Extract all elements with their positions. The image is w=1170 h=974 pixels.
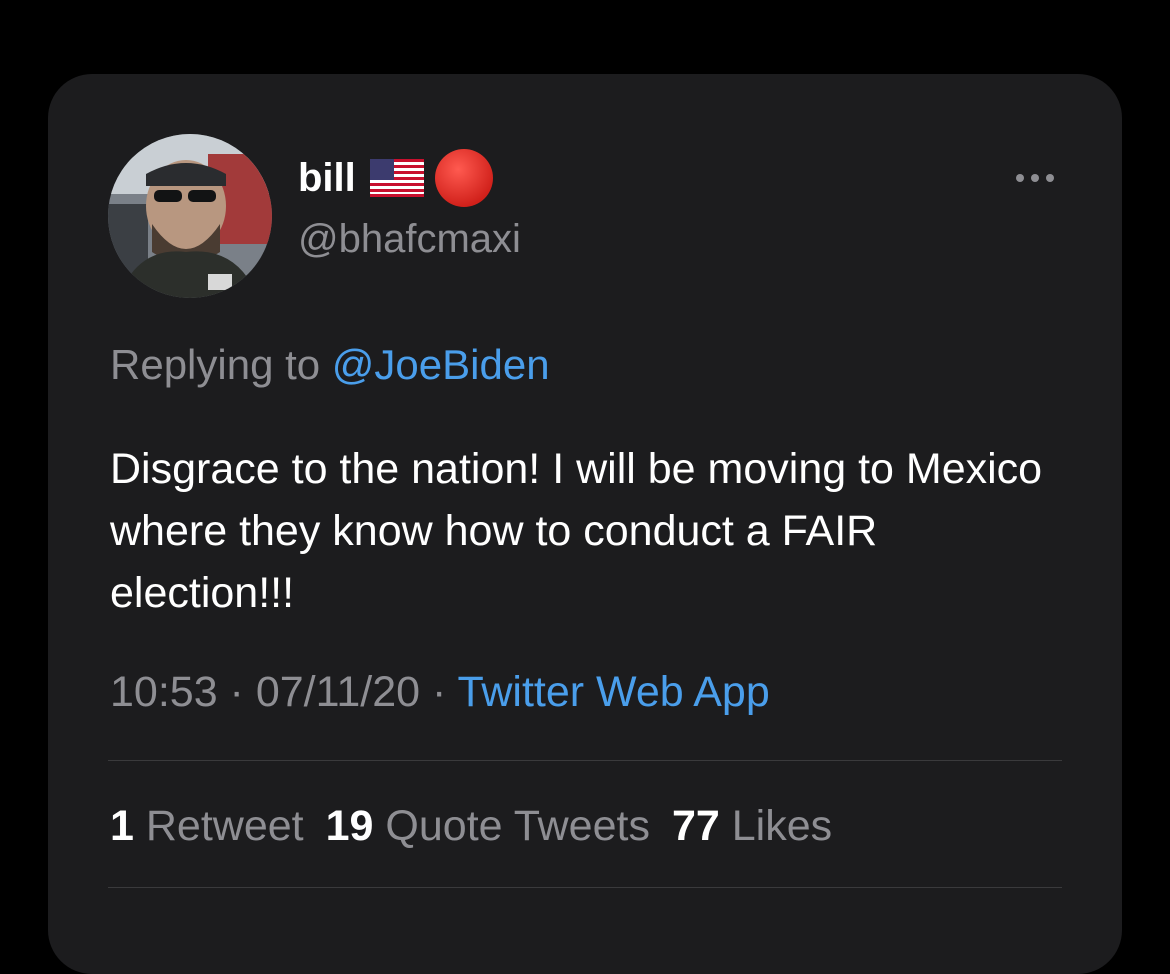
replying-to-label: Replying to	[110, 341, 332, 388]
meta-separator: ·	[420, 668, 458, 716]
replying-to-line: Replying to @JoeBiden	[110, 338, 550, 392]
more-options-icon[interactable]	[1010, 166, 1060, 190]
retweets-count: 1	[110, 802, 134, 850]
red-circle-icon	[434, 148, 494, 208]
author-name-row[interactable]: bill	[298, 148, 494, 208]
user-handle[interactable]: @bhafcmaxi	[298, 214, 521, 264]
source-link[interactable]: Twitter Web App	[457, 668, 769, 716]
retweets-stat[interactable]: 1 Retweet	[110, 802, 304, 850]
likes-label: Likes	[731, 802, 833, 850]
avatar[interactable]	[108, 134, 272, 298]
engagement-stats: 1 Retweet 19 Quote Tweets 77 Likes	[110, 798, 854, 854]
quote-tweets-stat[interactable]: 19 Quote Tweets	[326, 802, 650, 850]
tweet-meta: 10:53 · 07/11/20 · Twitter Web App	[110, 664, 770, 720]
likes-stat[interactable]: 77 Likes	[672, 802, 832, 850]
quote-tweets-label: Quote Tweets	[385, 802, 650, 850]
mention-link[interactable]: @JoeBiden	[332, 341, 550, 388]
display-name[interactable]: bill	[298, 148, 356, 208]
divider	[108, 760, 1062, 761]
tweet-text: Disgrace to the nation! I will be moving…	[110, 445, 1043, 617]
likes-count: 77	[671, 802, 720, 850]
quote-tweets-count: 19	[325, 802, 374, 850]
us-flag-icon	[369, 159, 424, 197]
meta-separator: ·	[217, 668, 256, 716]
divider	[108, 887, 1062, 888]
tweet-date: 07/11/20	[255, 668, 421, 716]
retweets-label: Retweet	[145, 802, 304, 850]
tweet-time: 10:53	[110, 668, 218, 716]
